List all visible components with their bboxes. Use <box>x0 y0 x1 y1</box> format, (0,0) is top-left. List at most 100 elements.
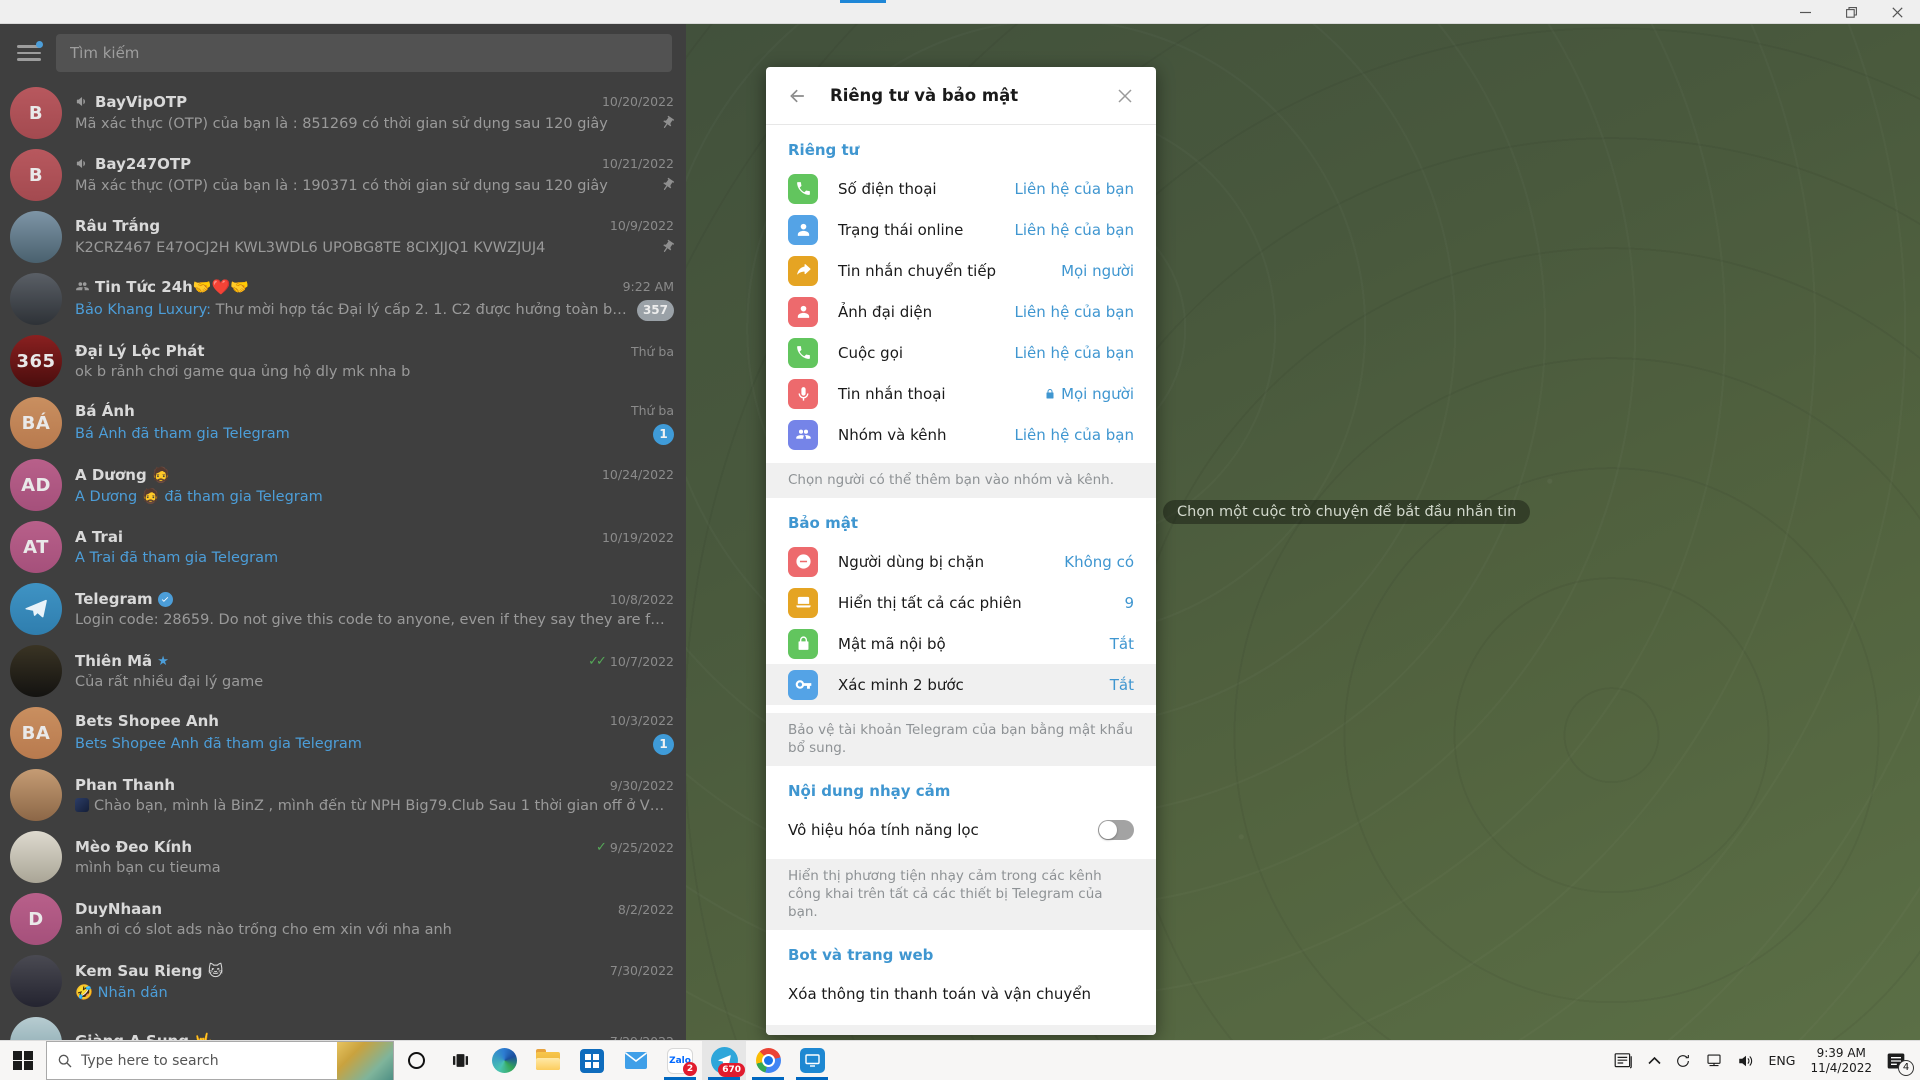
settings-row[interactable]: Ảnh đại diệnLiên hệ của bạn <box>766 291 1156 332</box>
settings-row[interactable]: Nhóm và kênhLiên hệ của bạn <box>766 414 1156 455</box>
chat-name: Giàng A Sung 🤟 <box>75 1032 213 1040</box>
chat-name: Đại Lý Lộc Phát <box>75 342 205 360</box>
chat-row-line2: K2CRZ467 E47OCJ2H KWL3WDL6 UPOBG8TE 8CIX… <box>75 239 674 258</box>
chat-row-line1: Mèo Đeo Kính✓9/25/2022 <box>75 838 674 856</box>
chat-row-content: Đại Lý Lộc Phát Thứ ba ok b rảnh chơi game… <box>75 342 674 380</box>
notification-count-badge: 4 <box>1898 1060 1914 1076</box>
microsoft-store-button[interactable] <box>570 1041 614 1080</box>
chat-name: Bá Ánh <box>75 402 135 420</box>
chat-row-line2: 🤣 Nhãn dán <box>75 984 674 1001</box>
settings-row[interactable]: Xác minh 2 bướcTắt <box>766 664 1156 705</box>
chat-list-item[interactable]: Phan Thanh9/30/2022Chào bạn, mình là Bin… <box>0 764 686 826</box>
restore-button[interactable] <box>1828 0 1874 24</box>
edge-button[interactable] <box>482 1041 526 1080</box>
chat-list-item[interactable]: ATA Trai10/19/2022A Trai đã tham gia Tel… <box>0 516 686 578</box>
windows-taskbar: Zalo 2 670 <box>0 1040 1920 1080</box>
remote-app-button[interactable] <box>790 1041 834 1080</box>
chat-list-item[interactable]: Mèo Đeo Kính✓9/25/2022mình bạn cu tieuma <box>0 826 686 888</box>
minimize-button[interactable] <box>1782 0 1828 24</box>
settings-row[interactable]: Hiển thị tất cả các phiên9 <box>766 582 1156 623</box>
sensitive-filter-toggle-row[interactable]: Vô hiệu hóa tính năng lọc <box>766 809 1156 851</box>
chat-list-item[interactable]: BÁBá ÁnhThứ baBá Ánh đã tham gia Telegra… <box>0 392 686 454</box>
telegram-button[interactable]: 670 <box>702 1041 746 1080</box>
settings-row[interactable]: Tin nhắn chuyển tiếpMọi người <box>766 250 1156 291</box>
mail-button[interactable] <box>614 1041 658 1080</box>
action-center-button[interactable]: 4 <box>1880 1041 1916 1080</box>
chat-row-line2: ok b rảnh chơi game qua ủng hộ dly mk nh… <box>75 364 674 380</box>
microsoft-store-icon <box>580 1049 604 1073</box>
taskbar-search-input[interactable] <box>73 1053 337 1069</box>
settings-row[interactable]: Người dùng bị chặnKhông có <box>766 541 1156 582</box>
chat-date: 10/9/2022 <box>610 218 674 233</box>
settings-row-value: Tắt <box>1110 635 1134 653</box>
tray-chevron-button[interactable] <box>1641 1041 1668 1080</box>
chat-row-line2: Login code: 28659. Do not give this code… <box>75 612 674 628</box>
settings-row-value: Tắt <box>1110 676 1134 694</box>
chat-avatar: D <box>10 893 62 945</box>
chat-row-meta: 10/3/2022 <box>610 713 674 728</box>
task-view-button[interactable] <box>438 1041 482 1080</box>
chat-list-item[interactable]: Thiên Mã★✓✓10/7/2022Của rất nhiều đại lý… <box>0 640 686 702</box>
chat-avatar: BÁ <box>10 397 62 449</box>
settings-row-label: Cuộc gọi <box>838 344 1015 362</box>
settings-row[interactable]: Số điện thoạiLiên hệ của bạn <box>766 168 1156 209</box>
chat-row-meta: Thứ ba <box>631 344 674 359</box>
chat-date: Thứ ba <box>631 344 674 359</box>
update-tray-button[interactable] <box>1668 1041 1698 1080</box>
chat-list-item[interactable]: Tin Tức 24h🤝❤️🤝9:22 AMBảo Khang Luxury: … <box>0 268 686 330</box>
chat-list-item[interactable]: Râu Trắng10/9/2022K2CRZ467 E47OCJ2H KWL3… <box>0 206 686 268</box>
chat-list-item[interactable]: BBay247OTP10/21/2022Mã xác thực (OTP) củ… <box>0 144 686 206</box>
close-button[interactable] <box>1874 0 1920 24</box>
settings-row[interactable]: Tin nhắn thoạiMọi người <box>766 373 1156 414</box>
chat-row-content: DuyNhaan8/2/2022anh ơi có slot ads nào t… <box>75 900 674 938</box>
close-icon[interactable] <box>1116 87 1134 105</box>
chat-row-line2: Bảo Khang Luxury: Thư mời hợp tác Đại lý… <box>75 300 674 321</box>
chat-row-line1: Bets Shopee Anh10/3/2022 <box>75 712 674 730</box>
chrome-button[interactable] <box>746 1041 790 1080</box>
tray-clock[interactable]: 9:39 AM 11/4/2022 <box>1802 1041 1880 1080</box>
chat-name: DuyNhaan <box>75 900 162 918</box>
chat-list-item[interactable]: Giàng A Sung 🤟7/29/2022 <box>0 1012 686 1040</box>
settings-row[interactable]: Trạng thái onlineLiên hệ của bạn <box>766 209 1156 250</box>
chat-list-item[interactable]: 365Đại Lý Lộc PhátThứ baok b rảnh chơi g… <box>0 330 686 392</box>
chat-last-message: Login code: 28659. Do not give this code… <box>75 612 666 628</box>
chat-row-line2: Bá Ánh đã tham gia Telegram1 <box>75 424 674 445</box>
cortana-button[interactable] <box>394 1041 438 1080</box>
settings-row-label: Người dùng bị chặn <box>838 553 1064 571</box>
chat-row-line1: Kem Sau Rieng 🐱7/30/2022 <box>75 962 674 980</box>
chat-name: Mèo Đeo Kính <box>75 838 192 856</box>
network-tray-button[interactable] <box>1698 1041 1730 1080</box>
back-icon[interactable] <box>788 86 808 106</box>
search-highlight-image[interactable] <box>337 1042 393 1080</box>
language-indicator[interactable]: ENG <box>1762 1041 1803 1080</box>
chat-list-item[interactable]: BABets Shopee Anh10/3/2022Bets Shopee An… <box>0 702 686 764</box>
chat-last-message: Của rất nhiều đại lý game <box>75 674 666 690</box>
search-input[interactable] <box>56 34 672 72</box>
settings-row-value: 9 <box>1124 594 1134 612</box>
filter-toggle[interactable] <box>1098 820 1134 840</box>
telegram-app: BBayVipOTP10/20/2022Mã xác thực (OTP) củ… <box>0 24 1920 1040</box>
news-widget-button[interactable] <box>1607 1041 1641 1080</box>
taskbar-search-box[interactable] <box>46 1041 394 1080</box>
start-button[interactable] <box>0 1041 46 1080</box>
clear-payment-info-button[interactable]: Xóa thông tin thanh toán và vận chuyển <box>766 973 1156 1015</box>
chat-list-item[interactable]: ADA Dương 🧔10/24/2022A Dương 🧔 đã tham g… <box>0 454 686 516</box>
settings-row-label: Hiển thị tất cả các phiên <box>838 594 1124 612</box>
settings-row-label: Ảnh đại diện <box>838 303 1015 321</box>
chat-list-item[interactable]: D DuyNhaan8/2/2022anh ơi có slot ads nào … <box>0 888 686 950</box>
chat-name: A Trai <box>75 528 123 546</box>
settings-row[interactable]: Mật mã nội bộTắt <box>766 623 1156 664</box>
chat-list-item[interactable]: Telegram10/8/2022Login code: 28659. Do n… <box>0 578 686 640</box>
section-gap <box>766 1025 1156 1035</box>
chat-row-line2: Của rất nhiều đại lý game <box>75 674 674 690</box>
volume-tray-button[interactable] <box>1730 1041 1762 1080</box>
chat-list-item[interactable]: BBayVipOTP10/20/2022Mã xác thực (OTP) củ… <box>0 82 686 144</box>
settings-row[interactable]: Cuộc gọiLiên hệ của bạn <box>766 332 1156 373</box>
tray-date: 11/4/2022 <box>1810 1061 1872 1076</box>
dialog-body: Riêng tưSố điện thoạiLiên hệ của bạnTrạn… <box>766 125 1156 1035</box>
hamburger-menu-icon[interactable] <box>14 38 44 68</box>
zalo-button[interactable]: Zalo 2 <box>658 1041 702 1080</box>
lock-icon <box>788 629 818 659</box>
file-explorer-button[interactable] <box>526 1041 570 1080</box>
chat-list-item[interactable]: Kem Sau Rieng 🐱7/30/2022 🤣 Nhãn dán <box>0 950 686 1012</box>
